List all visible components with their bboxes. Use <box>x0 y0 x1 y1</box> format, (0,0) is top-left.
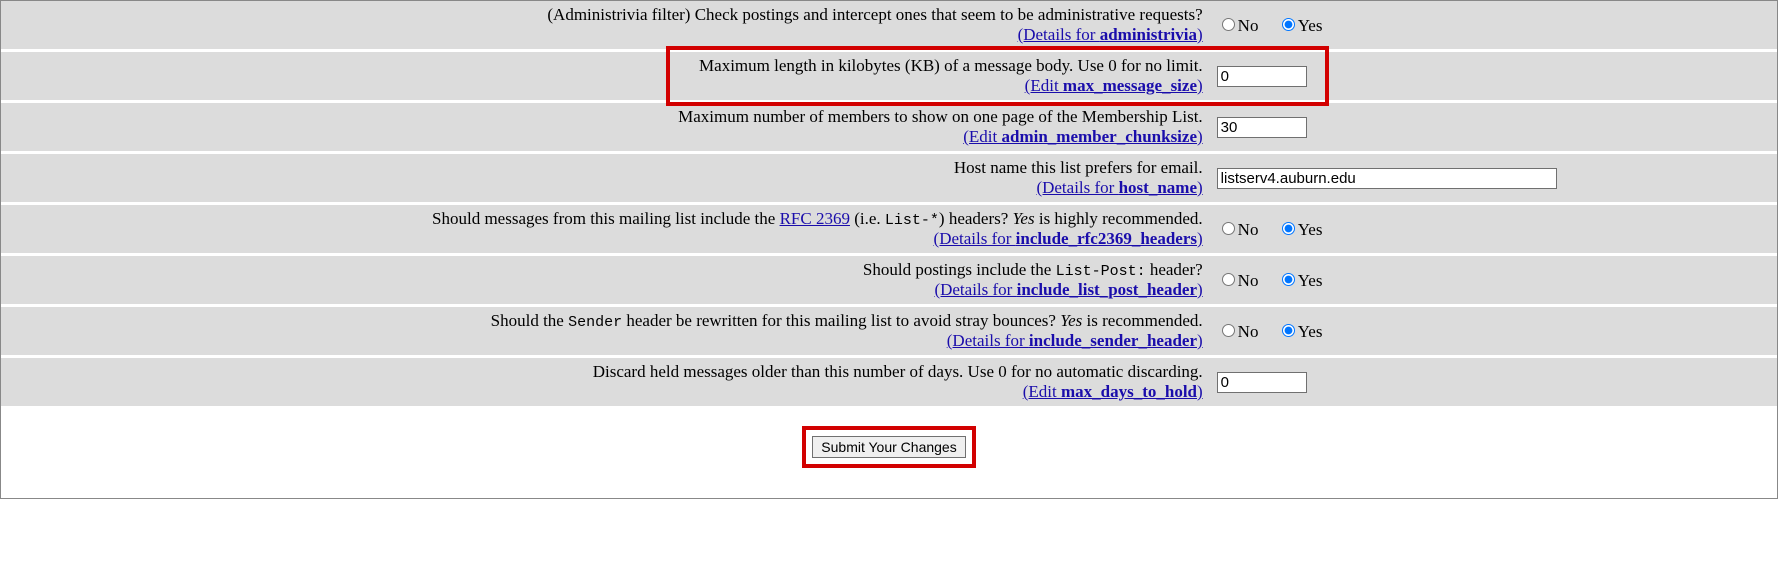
rfc2369-link[interactable]: RFC 2369 <box>780 209 850 228</box>
radio-listpost-yes[interactable] <box>1282 273 1295 286</box>
radio-label-yes: Yes <box>1298 16 1323 35</box>
details-include-sender-header[interactable]: (Details for include_sender_header) <box>947 331 1203 350</box>
label-admin-member-chunksize: Maximum number of members to show on one… <box>678 107 1203 126</box>
input-max-days-to-hold[interactable] <box>1217 372 1307 393</box>
radio-senderhdr-no[interactable] <box>1222 324 1235 337</box>
label-host-name: Host name this list prefers for email. <box>954 158 1203 177</box>
radio-senderhdr-yes[interactable] <box>1282 324 1295 337</box>
edit-max-message-size[interactable]: (Edit max_message_size) <box>1025 76 1203 95</box>
details-include-rfc2369-headers[interactable]: (Details for include_rfc2369_headers) <box>934 229 1203 248</box>
submit-button[interactable] <box>812 436 965 458</box>
row-max-message-size: Maximum length in kilobytes (KB) of a me… <box>1 52 1777 100</box>
row-include-sender-header: Should the Sender header be rewritten fo… <box>1 307 1777 355</box>
radio-administrivia-yes[interactable] <box>1282 18 1295 31</box>
edit-admin-member-chunksize[interactable]: (Edit admin_member_chunksize) <box>963 127 1202 146</box>
details-administrivia[interactable]: (Details for administrivia) <box>1018 25 1203 44</box>
radio-listpost-no[interactable] <box>1222 273 1235 286</box>
input-max-message-size[interactable] <box>1217 66 1307 87</box>
label-administrivia: (Administrivia filter) Check postings an… <box>547 5 1202 24</box>
label-max-days-to-hold: Discard held messages older than this nu… <box>593 362 1203 381</box>
input-admin-member-chunksize[interactable] <box>1217 117 1307 138</box>
radio-rfc2369-yes[interactable] <box>1282 222 1295 235</box>
row-admin-member-chunksize: Maximum number of members to show on one… <box>1 103 1777 151</box>
radio-label-no: No <box>1238 16 1259 35</box>
row-max-days-to-hold: Discard held messages older than this nu… <box>1 358 1777 406</box>
input-host-name[interactable] <box>1217 168 1557 189</box>
label-include-sender-header: Should the Sender header be rewritten fo… <box>491 311 1203 330</box>
row-host-name: Host name this list prefers for email. (… <box>1 154 1777 202</box>
details-include-list-post-header[interactable]: (Details for include_list_post_header) <box>934 280 1202 299</box>
label-max-message-size: Maximum length in kilobytes (KB) of a me… <box>699 56 1203 75</box>
radio-administrivia-no[interactable] <box>1222 18 1235 31</box>
radio-rfc2369-no[interactable] <box>1222 222 1235 235</box>
details-host-name[interactable]: (Details for host_name) <box>1036 178 1202 197</box>
row-include-list-post-header: Should postings include the List-Post: h… <box>1 256 1777 304</box>
row-include-rfc2369-headers: Should messages from this mailing list i… <box>1 205 1777 253</box>
label-include-rfc2369-headers: Should messages from this mailing list i… <box>432 209 1203 228</box>
row-administrivia: (Administrivia filter) Check postings an… <box>1 1 1777 49</box>
label-include-list-post-header: Should postings include the List-Post: h… <box>863 260 1203 279</box>
edit-max-days-to-hold[interactable]: (Edit max_days_to_hold) <box>1023 382 1203 401</box>
